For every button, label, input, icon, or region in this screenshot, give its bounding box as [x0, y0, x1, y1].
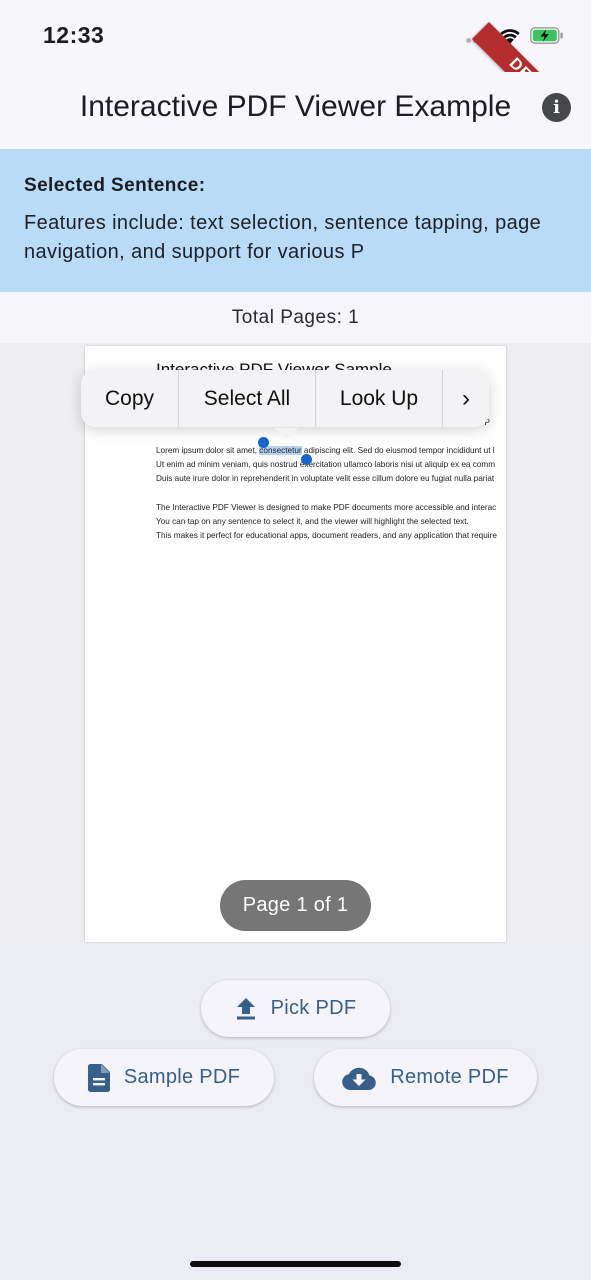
selection-start-handle[interactable]: [258, 437, 269, 448]
pdf-text-line[interactable]: Ut enim ad minim veniam, quis nostrud ex…: [156, 460, 495, 469]
document-icon: [87, 1063, 110, 1092]
pick-pdf-button[interactable]: Pick PDF: [201, 980, 390, 1037]
app-bar: Interactive PDF Viewer Example i: [0, 72, 591, 149]
selected-sentence-text: Features include: text selection, senten…: [24, 212, 542, 263]
menu-pointer: [274, 428, 298, 439]
pdf-text-line[interactable]: Lorem ipsum dolor sit amet, consectetur …: [156, 446, 495, 455]
status-time: 12:33: [43, 22, 105, 48]
select-all-menu-item[interactable]: Select All: [179, 370, 316, 427]
info-icon[interactable]: i: [542, 93, 571, 122]
page-title: Interactive PDF Viewer Example: [79, 90, 512, 123]
cloud-download-icon: [342, 1067, 376, 1090]
selected-sentence-heading: Selected Sentence:: [24, 175, 206, 196]
chevron-right-icon[interactable]: ›: [443, 370, 489, 427]
remote-pdf-label: Remote PDF: [390, 1066, 509, 1088]
home-indicator[interactable]: [190, 1261, 401, 1267]
look-up-menu-item[interactable]: Look Up: [316, 370, 443, 427]
text-selection-menu: Copy Select All Look Up ›: [81, 370, 489, 427]
copy-menu-item[interactable]: Copy: [81, 370, 179, 427]
pdf-text-span[interactable]: adipiscing elit. Sed do eiusmod tempor i…: [302, 446, 495, 455]
pick-pdf-label: Pick PDF: [270, 997, 357, 1019]
pdf-text-line[interactable]: The Interactive PDF Viewer is designed t…: [156, 503, 496, 512]
selection-end-handle[interactable]: [301, 454, 312, 465]
remote-pdf-button[interactable]: Remote PDF: [314, 1049, 537, 1106]
sample-pdf-label: Sample PDF: [123, 1066, 241, 1088]
total-pages-label: Total Pages: 1: [0, 292, 591, 343]
pdf-text-line[interactable]: Duis aute irure dolor in reprehenderit i…: [156, 474, 494, 483]
pdf-text-line[interactable]: This makes it perfect for educational ap…: [156, 531, 497, 540]
sample-pdf-button[interactable]: Sample PDF: [54, 1049, 274, 1106]
page-indicator: Page 1 of 1: [220, 880, 371, 931]
pdf-text-span[interactable]: Lorem ipsum dolor sit amet,: [156, 446, 259, 455]
selected-sentence-panel: Selected Sentence: Features include: tex…: [0, 149, 591, 292]
upload-icon: [236, 997, 255, 1019]
pdf-text-line[interactable]: You can tap on any sentence to select it…: [156, 517, 469, 526]
